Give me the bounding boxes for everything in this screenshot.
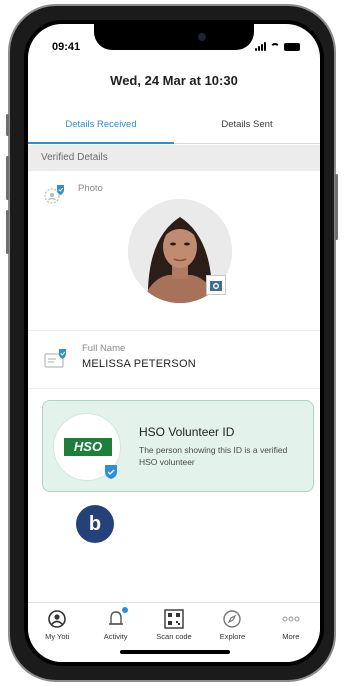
battery-icon: [284, 43, 300, 51]
home-indicator: [120, 650, 230, 654]
nav-more[interactable]: More: [262, 603, 320, 662]
screen: 09:41 Wed, 24 Mar at 10:30 Details Recei: [28, 24, 320, 662]
tab-details-sent[interactable]: Details Sent: [174, 108, 320, 143]
photo-label: Photo: [78, 183, 103, 194]
app-header: Wed, 24 Mar at 10:30: [28, 64, 320, 98]
volume-down-button: [6, 210, 9, 254]
my-yoti-icon: [48, 610, 67, 628]
camera-verified-badge: [206, 275, 226, 295]
qr-code-icon: [164, 609, 184, 629]
status-time: 09:41: [52, 41, 81, 53]
full-name-label: Full Name: [82, 343, 126, 354]
content-background: [28, 492, 320, 606]
phone-frame: 09:41 Wed, 24 Mar at 10:30 Details Recei: [6, 4, 338, 682]
camera-icon: [210, 281, 222, 291]
notch: [94, 24, 254, 50]
tab-bar: Details Received Details Sent: [28, 108, 320, 144]
notification-dot: [122, 607, 129, 613]
volume-up-button: [6, 156, 9, 200]
mute-switch: [6, 114, 9, 136]
nav-label-scan-code: Scan code: [156, 632, 192, 641]
full-name-value: MELISSA PETERSON: [82, 358, 196, 370]
volunteer-id-description: The person showing this ID is a verified…: [139, 445, 288, 467]
section-header: Verified Details: [28, 145, 320, 171]
nav-label-activity: Activity: [103, 632, 128, 641]
more-dots-icon: [282, 616, 300, 622]
verified-photo-icon: [44, 185, 64, 204]
section-title: Verified Details: [41, 152, 108, 163]
volunteer-id-title: HSO Volunteer ID: [139, 425, 235, 439]
nav-label-my-yoti: My Yoti: [45, 632, 70, 641]
hso-logo-circle: HSO: [53, 413, 121, 481]
status-icons: [255, 42, 300, 51]
verified-shield-icon: [105, 465, 117, 479]
nav-label-more: More: [282, 632, 300, 641]
phone-bezel: 09:41 Wed, 24 Mar at 10:30 Details Recei: [24, 20, 324, 666]
hso-logo: HSO: [64, 438, 112, 456]
front-camera: [198, 33, 206, 41]
header-date: Wed, 24 Mar at 10:30: [110, 73, 238, 88]
volunteer-id-card[interactable]: HSO HSO Volunteer ID The person showing …: [42, 400, 314, 492]
power-button: [335, 174, 338, 240]
annotation-marker: b: [76, 505, 114, 543]
photo-row[interactable]: Photo: [28, 171, 320, 331]
verified-id-card-icon: [44, 349, 66, 368]
wifi-icon: [270, 43, 280, 51]
compass-icon: [223, 610, 242, 628]
signal-icon: [255, 42, 266, 51]
nav-my-yoti[interactable]: My Yoti: [28, 603, 86, 662]
tab-details-received[interactable]: Details Received: [28, 108, 174, 144]
nav-label-explore: Explore: [219, 632, 246, 641]
full-name-row[interactable]: Full Name MELISSA PETERSON: [28, 331, 320, 389]
